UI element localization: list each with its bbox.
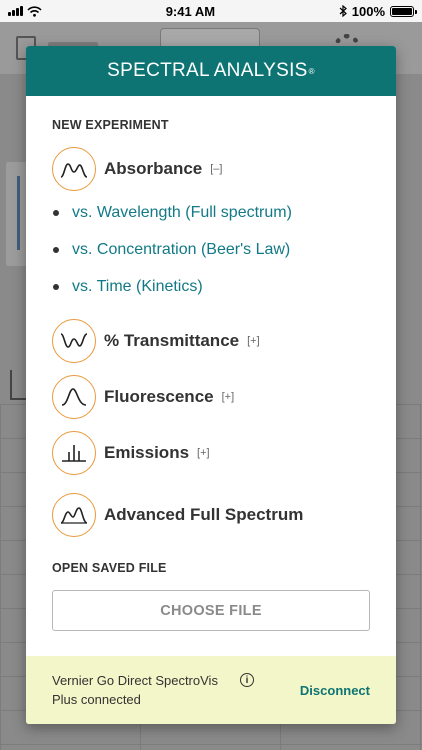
experiment-advanced-full-spectrum[interactable]: Advanced Full Spectrum — [52, 492, 370, 538]
experiment-label: Fluorescence — [104, 387, 214, 406]
new-experiment-heading: NEW EXPERIMENT — [52, 118, 169, 132]
option-label: vs. Concentration (Beer's Law) — [72, 240, 291, 258]
registered-mark: ® — [308, 66, 315, 76]
fluorescence-peak-icon — [52, 375, 96, 419]
battery-icon — [390, 5, 417, 17]
bullet — [53, 283, 59, 290]
experiment-label: % Transmittance — [104, 331, 240, 350]
status-right: 100% — [339, 3, 417, 19]
expand-toggle[interactable]: [+] — [222, 391, 235, 403]
dialog-body: NEW EXPERIMENT Absorbance [–] vs. Wavele… — [26, 96, 396, 631]
option-vs-wavelength[interactable]: vs. Wavelength (Full spectrum) — [52, 194, 370, 231]
dialog-title: SPECTRAL ANALYSIS — [107, 60, 308, 81]
full-spectrum-icon — [52, 493, 96, 537]
emissions-lines-icon — [52, 431, 96, 475]
wifi-icon — [27, 5, 42, 17]
experiment-label: Absorbance — [104, 159, 203, 178]
experiment-absorbance[interactable]: Absorbance [–] — [52, 146, 370, 192]
bullet — [53, 209, 59, 216]
connection-footer: Vernier Go Direct SpectroVis Plus connec… — [26, 656, 396, 724]
collapse-toggle[interactable]: [–] — [210, 163, 222, 175]
option-label: vs. Time (Kinetics) — [72, 277, 203, 295]
choose-file-button[interactable]: CHOOSE FILE — [52, 590, 370, 631]
open-saved-file-heading: OPEN SAVED FILE — [52, 561, 167, 575]
option-label: vs. Wavelength (Full spectrum) — [72, 203, 292, 221]
experiment-label: Emissions — [104, 443, 190, 462]
status-bar: 9:41 AM 100% — [0, 0, 422, 22]
bluetooth-icon — [339, 5, 347, 17]
option-vs-concentration[interactable]: vs. Concentration (Beer's Law) — [52, 231, 370, 268]
transmittance-dip-icon — [52, 319, 96, 363]
expand-toggle[interactable]: [+] — [197, 447, 210, 459]
status-time: 9:41 AM — [165, 3, 216, 19]
spectral-analysis-dialog: SPECTRAL ANALYSIS ® NEW EXPERIMENT Absorb… — [26, 46, 396, 724]
connection-status-text: Vernier Go Direct SpectroVis Plus connec… — [52, 673, 218, 707]
experiment-fluorescence[interactable]: Fluorescence [+] — [52, 374, 370, 420]
disconnect-button[interactable]: Disconnect — [300, 683, 370, 698]
dialog-header: SPECTRAL ANALYSIS ® — [26, 46, 396, 96]
expand-toggle[interactable]: [+] — [247, 335, 260, 347]
absorbance-peak-icon — [52, 147, 96, 191]
experiment-transmittance[interactable]: % Transmittance [+] — [52, 318, 370, 364]
battery-percent: 100% — [351, 3, 385, 19]
signal-icon — [8, 6, 23, 16]
info-icon[interactable]: i — [240, 673, 254, 687]
experiment-label: Advanced Full Spectrum — [104, 505, 304, 524]
absorbance-options: vs. Wavelength (Full spectrum) vs. Conce… — [52, 194, 370, 305]
status-left — [8, 5, 42, 17]
option-vs-time[interactable]: vs. Time (Kinetics) — [52, 268, 370, 305]
experiment-emissions[interactable]: Emissions [+] — [52, 430, 370, 476]
bullet — [53, 246, 59, 253]
